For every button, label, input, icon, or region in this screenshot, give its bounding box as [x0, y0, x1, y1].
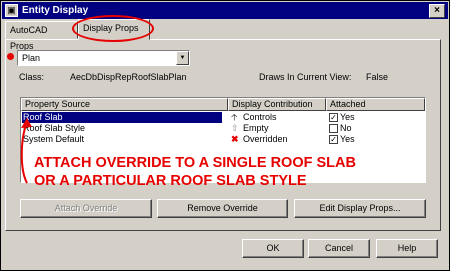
title-bar[interactable]: ▣ Entity Display ×: [2, 2, 448, 19]
table-row[interactable]: System Default ✖ Overridden ✓ Yes: [21, 134, 425, 145]
attached-checkbox[interactable]: ✓: [329, 113, 338, 122]
draws-value: False: [366, 72, 389, 82]
tab-highlight-circle: [72, 15, 154, 42]
row-source: Roof Slab: [22, 112, 222, 123]
row-attached: Yes: [340, 112, 355, 122]
attached-checkbox[interactable]: ✓: [329, 135, 338, 144]
chevron-down-icon[interactable]: ▼: [176, 51, 189, 65]
row-source: Roof Slab Style: [23, 123, 86, 133]
attached-checkbox[interactable]: [329, 124, 338, 133]
display-rep-value: Plan: [22, 53, 41, 63]
class-value: AecDbDispRepRoofSlabPlan: [70, 72, 187, 82]
row-contribution: Empty: [243, 123, 269, 133]
row-source: System Default: [23, 134, 85, 144]
annotation-line-2: OR A PARTICULAR ROOF SLAB STYLE: [34, 173, 307, 189]
draws-label: Draws In Current View:: [259, 72, 352, 82]
tab-autocad-props[interactable]: AutoCAD Props: [5, 21, 78, 51]
annotation-line-1: ATTACH OVERRIDE TO A SINGLE ROOF SLAB: [34, 155, 356, 171]
window-title: Entity Display: [22, 5, 89, 16]
row-contribution: Controls: [243, 112, 277, 122]
cancel-button[interactable]: Cancel: [308, 239, 370, 258]
table-row[interactable]: Roof Slab 🡡 Controls ✓ Yes: [21, 112, 425, 123]
attach-override-button[interactable]: Attach Override: [20, 199, 152, 218]
overridden-x-icon: ✖: [231, 134, 239, 144]
column-header-attached[interactable]: Attached: [326, 98, 425, 111]
remove-override-button[interactable]: Remove Override: [157, 199, 288, 218]
app-icon: ▣: [5, 4, 18, 17]
arrow-up-icon: 🡡: [231, 112, 238, 122]
help-button[interactable]: Help: [376, 239, 438, 258]
close-button[interactable]: ×: [429, 4, 445, 18]
column-header-property-source[interactable]: Property Source: [21, 98, 228, 111]
red-bullet-marker: [7, 53, 14, 60]
ok-button[interactable]: OK: [242, 239, 304, 258]
row-attached: Yes: [340, 134, 355, 144]
display-rep-select[interactable]: Plan ▼: [17, 50, 190, 66]
row-contribution: Overridden: [243, 134, 288, 144]
table-row[interactable]: Roof Slab Style ⇧ Empty No: [21, 123, 425, 134]
class-label: Class:: [19, 72, 45, 82]
row-attached: No: [340, 123, 352, 133]
column-header-display-contribution[interactable]: Display Contribution: [228, 98, 326, 111]
arrow-up-outline-icon: ⇧: [231, 123, 239, 133]
edit-display-props-button[interactable]: Edit Display Props...: [294, 199, 426, 218]
